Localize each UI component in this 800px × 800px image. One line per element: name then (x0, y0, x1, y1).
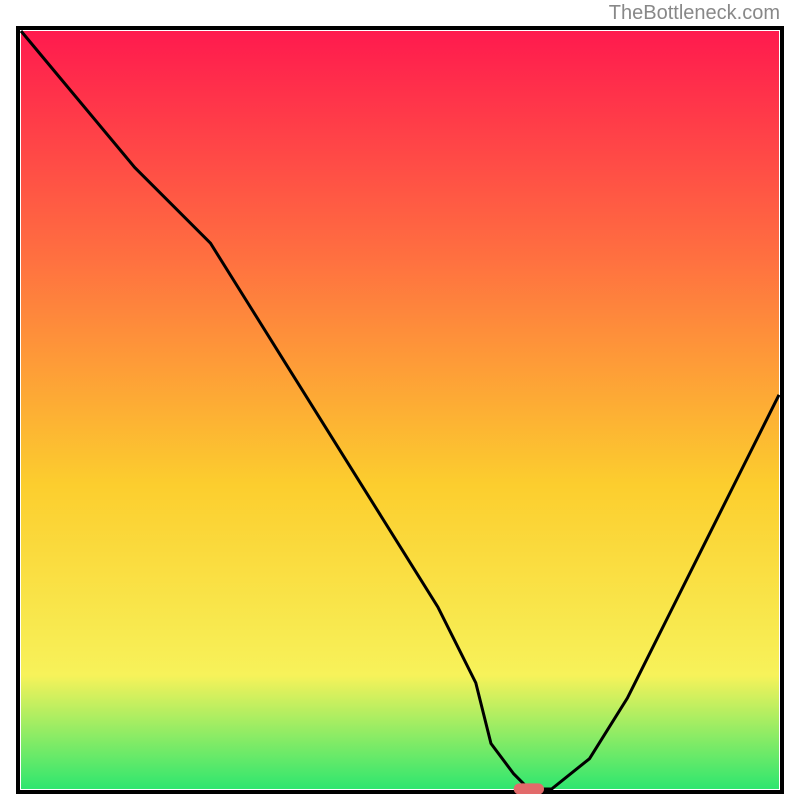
chart-gradient-bg (21, 31, 779, 789)
watermark-text: TheBottleneck.com (609, 2, 780, 25)
bottleneck-chart (16, 26, 784, 794)
marker-point (514, 783, 544, 794)
chart-svg (16, 26, 784, 794)
